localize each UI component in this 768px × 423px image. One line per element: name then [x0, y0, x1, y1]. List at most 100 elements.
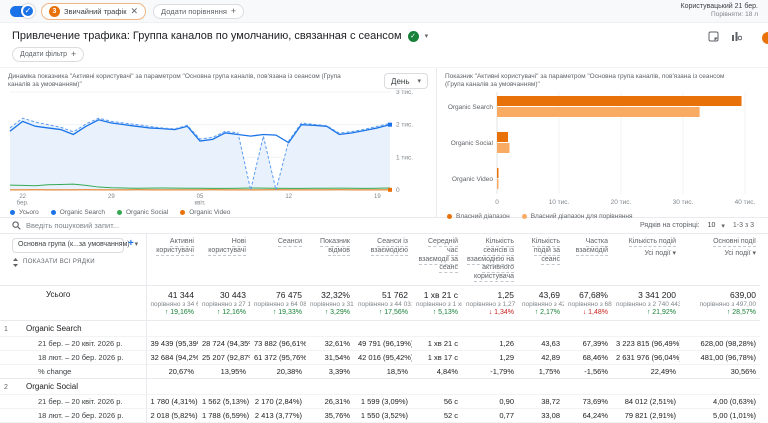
metric-cell: 5,00 (1,01%) [680, 408, 760, 422]
metric-cell [146, 378, 198, 394]
insights-icon[interactable] [731, 31, 742, 42]
period-label-cell: 18 лют. – 20 бер. 2026 р. [0, 408, 146, 422]
metric-cell: 51 762порівняно з 44 031↑ 17,56% [354, 285, 412, 320]
metric-cell: 67,68%порівняно з 68,71%↓ 1,48% [564, 285, 612, 320]
add-comparison-label: Додати порівняння [161, 7, 227, 16]
segment-toggle[interactable]: ✓ [10, 6, 34, 17]
metric-cell [354, 378, 412, 394]
metric-cell: 1 788 (6,59%) [198, 408, 250, 422]
report-header: Привлечение трафика: Группа каналов по у… [0, 23, 768, 44]
metric-cell: 1 хв 21 спорівняно з 1 хв 17 с↑ 5,13% [412, 285, 462, 320]
plus-icon: + [71, 50, 76, 59]
metric-cell: 3 223 815 (96,49%) [612, 336, 680, 350]
bar-chart-plot[interactable]: 010 тис.20 тис.30 тис.40 тис.Organic Sea… [445, 90, 757, 210]
event-filter-dropdown[interactable]: Усі події ▾ [684, 250, 756, 259]
metric-cell: 3,39% [306, 364, 354, 378]
event-filter-dropdown[interactable]: Усі події ▾ [616, 250, 676, 259]
metric-cell: 1 хв 21 с [412, 336, 462, 350]
y-tick-label: 1 тис. [396, 154, 413, 161]
metric-cell: 67,39% [564, 336, 612, 350]
remove-segment-icon[interactable]: ✕ [130, 7, 138, 16]
metric-cell: 25 207 (92,87%) [198, 350, 250, 364]
line-chart-plot[interactable]: 3 тис.2 тис.1 тис.022бер.2905квіт.1219 [8, 90, 427, 206]
period-label-cell: 21 бер. – 20 квіт. 2026 р. [0, 336, 146, 350]
insights-badge[interactable] [762, 32, 768, 44]
x-tick-label: 20 тис. [611, 199, 632, 206]
y-tick-label: 3 тис. [396, 90, 413, 96]
search-input[interactable] [26, 221, 206, 230]
table-row: 1Organic Search [0, 320, 760, 336]
metric-cell [612, 320, 680, 336]
date-range-selector[interactable]: Користувацький 21 бер. Порівняти: 18 л [681, 3, 758, 20]
dimension-value-cell[interactable]: 2Organic Social [0, 378, 146, 394]
column-header[interactable]: Основні подіїУсі події ▾ [680, 234, 760, 285]
add-dimension-button[interactable]: + [128, 238, 134, 249]
metric-cell: 43,69порівняно з 42,76↑ 2,17% [518, 285, 564, 320]
metric-cell [564, 378, 612, 394]
show-all-rows-button[interactable]: ПОКАЗАТИ ВСІ РЯДКИ [12, 258, 142, 267]
metric-cell: 26,31% [306, 394, 354, 408]
metric-cell: 52 с [412, 408, 462, 422]
bar-comparison [497, 143, 510, 153]
metric-cell: 18,5% [354, 364, 412, 378]
metric-cell: -1,56% [564, 364, 612, 378]
comparison-bar: ✓ 3 Звичайний трафік ✕ Додати порівняння… [0, 0, 768, 23]
metric-cell: 30 443порівняно з 27 142↑ 12,16% [198, 285, 250, 320]
metric-cell [412, 378, 462, 394]
x-tick-label: 12 [285, 194, 292, 200]
data-quality-check-icon[interactable]: ✓ [408, 31, 419, 42]
legend-item[interactable]: Власний діапазон для порівняння [522, 213, 633, 220]
legend-item[interactable]: Organic Social [117, 209, 168, 216]
column-header[interactable]: Частка взаємодій [564, 234, 612, 285]
legend-dot [180, 210, 185, 215]
bar-chart-legend: Власний діапазон Власний діапазон для пор… [445, 212, 760, 221]
column-header[interactable]: Кількість сеансів із взаємодією на актив… [462, 234, 518, 285]
column-header[interactable]: Кількість подій за сеанс [518, 234, 564, 285]
legend-item[interactable]: Власний діапазон [447, 213, 510, 220]
metric-cell: 481,00 (96,78%) [680, 350, 760, 364]
metric-cell [564, 320, 612, 336]
metric-cell: 84 012 (2,51%) [612, 394, 680, 408]
column-header[interactable]: Нові користувачі [198, 234, 250, 285]
rows-per-page-dropdown[interactable]: 10 ▾ [708, 222, 725, 230]
metric-cell: 76 475порівняно з 64 087↑ 19,33% [250, 285, 306, 320]
add-filter-label: Додати фільтр [20, 51, 67, 58]
metric-cell [680, 320, 760, 336]
column-header[interactable]: Сеанси [250, 234, 306, 285]
dimension-value-cell[interactable]: 1Organic Search [0, 320, 146, 336]
dimension-dropdown[interactable]: Основна група (к...за умовчанням) ▾ [12, 238, 124, 253]
column-header[interactable]: Сеанси із взаємодією [354, 234, 412, 285]
notes-icon[interactable] [708, 31, 719, 42]
metric-cell: 42 016 (95,42%) [354, 350, 412, 364]
column-header[interactable]: Активні користувачі [146, 234, 198, 285]
bar-chart-title: Показник "Активні користувачі" за параме… [445, 73, 745, 90]
metric-cell: 61 372 (95,76%) [250, 350, 306, 364]
legend-dot [117, 210, 122, 215]
add-comparison-button[interactable]: Додати порівняння + [153, 4, 244, 19]
chevron-down-icon[interactable]: ▾ [425, 32, 429, 40]
bar-current [497, 132, 508, 142]
charts-panel: Динаміка показника "Активні користувачі"… [0, 67, 768, 218]
granularity-dropdown[interactable]: День ▾ [384, 73, 428, 89]
percent-change-label-cell: % change [0, 364, 146, 378]
column-header[interactable]: Середній час взаємодії за сеанс [412, 234, 462, 285]
table-search[interactable] [12, 221, 206, 230]
metric-cell: 4,00 (0,63%) [680, 394, 760, 408]
pagination: Рядків на сторінці: 10 ▾ 1-3 з 3 [640, 222, 754, 230]
metric-cell: 43,63 [518, 336, 564, 350]
column-header[interactable]: Кількість подійУсі події ▾ [612, 234, 680, 285]
legend-item[interactable]: Organic Search [51, 209, 105, 216]
legend-item[interactable]: Усього [10, 209, 39, 216]
table-row: 21 бер. – 20 квіт. 2026 р.39 439 (95,39%… [0, 336, 760, 350]
line-chart-card: Динаміка показника "Активні користувачі"… [0, 68, 437, 217]
legend-item[interactable]: Organic Video [180, 209, 230, 216]
metric-cell: 2 170 (2,84%) [250, 394, 306, 408]
column-header[interactable]: Показник відмов [306, 234, 354, 285]
metric-cell: 28 724 (94,35%) [198, 336, 250, 350]
metric-cell [680, 378, 760, 394]
metric-cell: 1 599 (3,09%) [354, 394, 412, 408]
chevron-down-icon: ▾ [721, 222, 725, 230]
segment-chip[interactable]: 3 Звичайний трафік ✕ [41, 3, 146, 20]
add-filter-button[interactable]: Додати фільтр + [12, 47, 84, 62]
metric-cell [146, 320, 198, 336]
